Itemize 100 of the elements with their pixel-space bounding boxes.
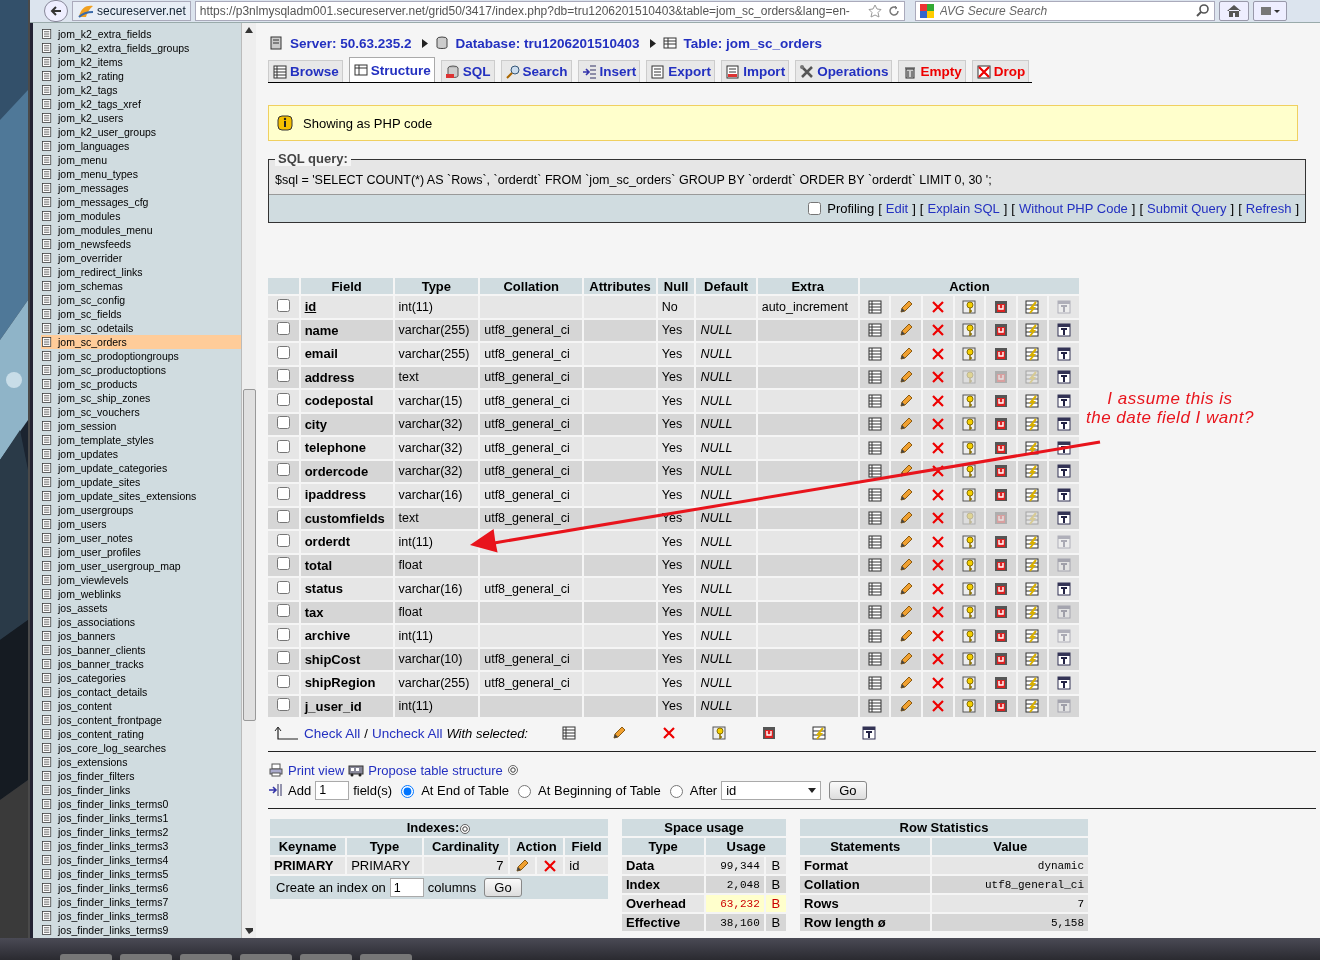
row-checkbox[interactable] [276,369,290,383]
table-list-item[interactable]: jos_finder_links_terms0 [41,797,241,811]
pencil-icon[interactable] [898,322,915,339]
table-list-item[interactable]: jom_user_profiles [41,545,241,559]
table-list-item[interactable]: jos_finder_links_terms5 [41,867,241,881]
table-list-item[interactable]: jos_finder_links_terms2 [41,825,241,839]
table-list-item[interactable]: jos_associations [41,615,241,629]
extension-button[interactable] [1252,1,1287,21]
position-radio[interactable] [518,785,532,798]
cross-icon[interactable] [929,627,946,644]
table-list-item[interactable]: jom_overrider [41,251,241,265]
row-checkbox[interactable] [276,439,290,453]
index-icon[interactable] [1024,557,1041,574]
row-checkbox[interactable] [276,533,290,547]
table-icon[interactable] [866,580,883,597]
index-icon[interactable] [811,725,827,741]
key-icon[interactable] [961,345,978,362]
table-list-item[interactable]: jos_categories [41,671,241,685]
table-list-item[interactable]: jom_k2_rating [41,69,241,83]
table-list-item[interactable]: jos_banner_tracks [41,657,241,671]
unique-icon[interactable] [761,725,777,741]
fulltext-icon[interactable] [1056,392,1073,409]
fulltext-icon[interactable] [1056,674,1073,691]
fulltext-icon[interactable] [861,725,877,741]
table-list-item[interactable]: jos_contact_details [41,685,241,699]
table-list-item[interactable]: jos_finder_links_terms6 [41,881,241,895]
sql-link[interactable]: Without PHP Code [1019,201,1128,216]
table-list-item[interactable]: jos_extensions [41,755,241,769]
row-checkbox[interactable] [276,651,290,665]
unique-icon[interactable] [992,439,1009,456]
row-checkbox[interactable] [276,627,290,641]
index-icon[interactable] [1024,463,1041,480]
table-list-item[interactable]: jom_sc_odetails [41,321,241,335]
table-list-item[interactable]: jos_content_frontpage [41,713,241,727]
fulltext-icon[interactable] [1056,416,1073,433]
table-list-item[interactable]: jom_template_styles [41,433,241,447]
unique-icon[interactable] [992,392,1009,409]
fulltext-icon[interactable] [1056,580,1073,597]
row-checkbox[interactable] [276,322,290,336]
sql-link[interactable]: Refresh [1245,201,1292,216]
pencil-icon[interactable] [898,604,915,621]
key-icon[interactable] [961,322,978,339]
row-checkbox[interactable] [276,486,290,500]
table-icon[interactable] [866,627,883,644]
table-list-item[interactable]: jos_finder_links_terms7 [41,895,241,909]
index-icon[interactable] [1024,698,1041,715]
index-icon[interactable] [1024,322,1041,339]
key-icon[interactable] [961,651,978,668]
index-icon[interactable] [1024,439,1041,456]
table-list-item[interactable]: jos_core_log_searches [41,741,241,755]
unique-icon[interactable] [992,322,1009,339]
table-list-item[interactable]: jos_content [41,699,241,713]
table-list-item[interactable]: jos_finder_filters [41,769,241,783]
table-list-item[interactable]: jom_k2_users [41,111,241,125]
table-icon[interactable] [866,463,883,480]
index-icon[interactable] [1024,604,1041,621]
table-list-item[interactable]: jos_finder_links [41,783,241,797]
pencil-icon[interactable] [898,557,915,574]
home-button[interactable] [1218,1,1249,21]
unique-icon[interactable] [992,486,1009,503]
tab[interactable]: Drop [971,60,1030,82]
row-checkbox[interactable] [276,392,290,406]
table-list-item[interactable]: jom_updates [41,447,241,461]
go-button[interactable]: Go [484,878,522,897]
key-icon[interactable] [961,416,978,433]
cross-icon[interactable] [929,674,946,691]
print-view-link[interactable]: Print view [288,762,345,778]
index-icon[interactable] [1024,416,1041,433]
key-icon[interactable] [961,533,978,550]
table-list-item[interactable]: jom_viewlevels [41,573,241,587]
scrollbar[interactable] [241,23,256,938]
field-count-input[interactable]: 1 [315,780,350,800]
pencil-icon[interactable] [898,674,915,691]
cross-icon[interactable] [661,725,677,741]
site-identity[interactable]: secureserver.net [72,1,191,21]
table-icon[interactable] [866,392,883,409]
help-icon[interactable] [506,764,519,776]
profiling-checkbox[interactable] [808,202,822,215]
index-icon[interactable] [1024,651,1041,668]
table-list-item[interactable]: jos_content_rating [41,727,241,741]
unique-icon[interactable] [992,345,1009,362]
table-list-item[interactable]: jom_usergroups [41,503,241,517]
index-icon[interactable] [1024,533,1041,550]
key-icon[interactable] [961,439,978,456]
pencil-icon[interactable] [898,416,915,433]
table-list-item[interactable]: jom_update_categories [41,461,241,475]
row-checkbox[interactable] [276,345,290,359]
row-checkbox[interactable] [276,580,290,594]
key-icon[interactable] [961,674,978,691]
fulltext-icon[interactable] [1056,369,1073,386]
table-list-item[interactable]: jom_session [41,419,241,433]
table-icon[interactable] [866,510,883,527]
table-list-item[interactable]: jom_languages [41,139,241,153]
table-list-item[interactable]: jom_user_usergroup_map [41,559,241,573]
table-list-item[interactable]: jom_redirect_links [41,265,241,279]
sql-link[interactable]: Explain SQL [927,201,1000,216]
sql-link[interactable]: Edit [885,201,909,216]
printer-icon[interactable] [268,762,284,778]
pencil-icon[interactable] [898,510,915,527]
tab[interactable]: Search [500,60,572,82]
